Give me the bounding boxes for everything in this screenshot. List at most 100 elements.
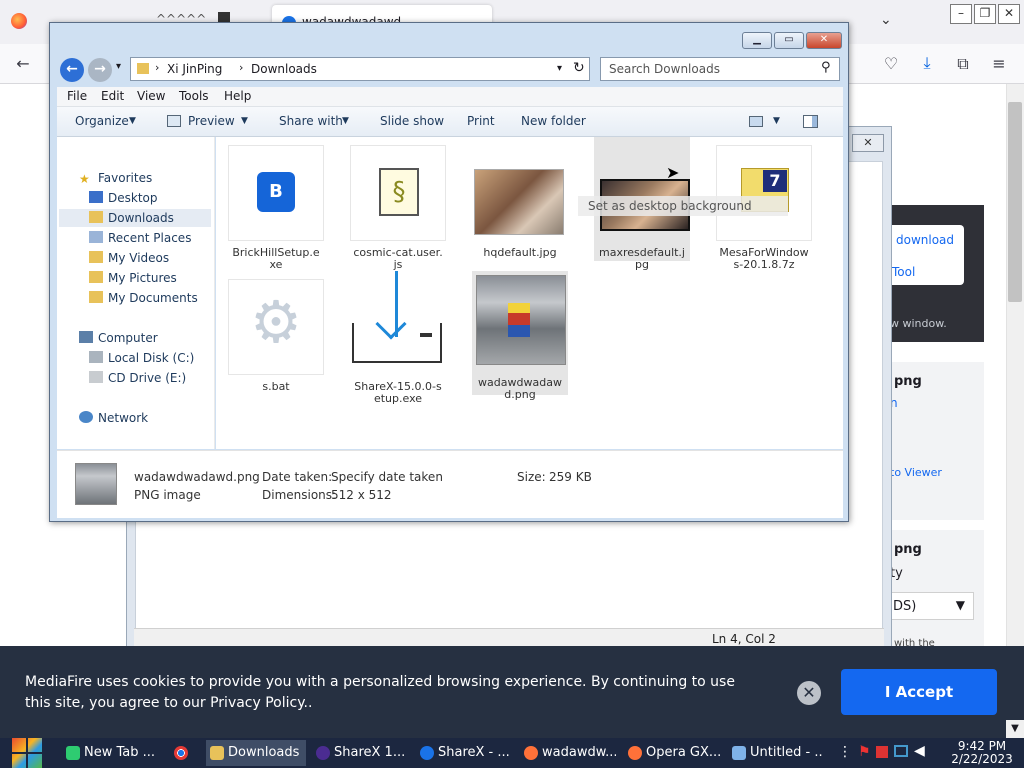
notepad-close-button[interactable]: ✕ [852,134,884,152]
nav-my-videos[interactable]: My Videos [89,249,169,267]
menu-icon[interactable]: ≡ [988,54,1010,74]
explorer-close-button[interactable]: ✕ [806,32,842,49]
details-date-value[interactable]: Specify date taken [331,470,443,484]
quality-select[interactable]: DS) ▼ [890,592,974,620]
disk-icon [89,351,103,363]
close-button[interactable]: ✕ [998,4,1020,24]
forward-button[interactable]: → [88,58,112,82]
viewer-link[interactable]: to Viewer [890,466,942,479]
file-item[interactable]: wadawdwadawd.png [472,271,568,401]
restore-button[interactable]: ❐ [974,4,996,24]
taskbar-sharex-1[interactable]: ShareX 1... [312,740,408,766]
download-icon[interactable]: ⤓ [916,53,938,73]
explorer-maximize-button[interactable]: ▭ [774,32,804,49]
details-thumbnail [75,463,117,505]
file-item[interactable]: hqdefault.jpg [472,145,568,259]
menu-help[interactable]: Help [224,89,251,103]
videos-folder-icon [89,251,103,263]
back-arrow-icon[interactable]: ← [12,54,34,74]
taskbar-label: ShareX 1... [334,745,406,760]
nav-my-documents[interactable]: My Documents [89,289,198,307]
menu-tools[interactable]: Tools [179,89,209,103]
sharex-icon [316,746,330,760]
minimize-button[interactable]: – [950,4,972,24]
new-folder-button[interactable]: New folder [521,114,586,128]
file-item[interactable]: ShareX-15.0.0-setup.exe [350,271,446,405]
views-chevron-icon[interactable]: ▼ [773,116,780,126]
file-info-card-2: png ty DS) ▼ with the [890,530,984,650]
tool-link[interactable]: Tool [892,265,915,279]
nav-my-pictures[interactable]: My Pictures [89,269,177,287]
breadcrumb-user[interactable]: Xi JinPing [167,62,222,76]
explorer-titlebar[interactable]: ▁ ▭ ✕ [50,23,848,53]
nav-downloads[interactable]: Downloads [59,209,211,227]
clock-date: 2/22/2023 [951,752,1013,766]
tray-app-icon[interactable] [876,746,888,758]
file-info-card: png n to Viewer [890,362,984,520]
organize-chevron-icon[interactable]: ▼ [129,116,136,126]
print-button[interactable]: Print [467,114,495,128]
download-link[interactable]: download [896,233,954,247]
extensions-icon[interactable]: ⧉ [952,54,974,74]
network-tray-icon[interactable] [894,745,908,757]
views-icon[interactable] [749,116,763,127]
windows-logo-icon [12,738,42,768]
share-chevron-icon[interactable]: ▼ [342,116,349,126]
details-size-label: Size: [517,470,546,484]
menu-edit[interactable]: Edit [101,89,124,103]
search-input[interactable]: Search Downloads [609,62,720,76]
preview-chevron-icon[interactable]: ▼ [241,116,248,126]
taskbar-clock[interactable]: 9:42 PM 2/22/2023 [940,740,1024,766]
nav-desktop[interactable]: Desktop [89,189,158,207]
file-item[interactable]: ⚙ s.bat [228,279,324,393]
address-dropdown-icon[interactable]: ▾ [557,63,562,74]
nav-computer[interactable]: Computer [79,329,158,347]
taskbar-new-tab[interactable]: New Tab ... [62,740,158,766]
nav-network[interactable]: Network [79,409,148,427]
menu-view[interactable]: View [137,89,165,103]
nav-cd-drive[interactable]: CD Drive (E:) [89,369,186,387]
nav-local-disk[interactable]: Local Disk (C:) [89,349,194,367]
preview-pane-icon[interactable] [803,115,818,128]
refresh-icon[interactable]: ↻ [573,60,585,76]
search-box[interactable]: Search Downloads ⚲ [600,57,840,81]
taskbar-wadawdw[interactable]: wadawdw... [520,740,616,766]
folder-icon [210,746,224,760]
nav-favorites[interactable]: ★ Favorites [79,169,152,187]
back-button[interactable]: ← [60,58,84,82]
recent-pages-chevron-icon[interactable]: ▾ [116,61,121,72]
action-center-flag-icon[interactable]: ⚑ [858,744,871,760]
file-thumbnail [472,145,568,241]
png-heading: png [894,374,922,389]
cookie-close-button[interactable]: ✕ [797,681,821,705]
organize-button[interactable]: Organize [75,114,129,128]
search-icon[interactable]: ⚲ [821,60,831,75]
explorer-minimize-button[interactable]: ▁ [742,32,772,49]
tab-list-chevron-icon[interactable]: ⌄ [880,12,892,28]
file-item[interactable]: § cosmic-cat.user.js [350,145,446,271]
firefox-icon[interactable] [11,13,27,29]
tray-overflow-icon[interactable]: ⋮ [838,744,852,760]
taskbar-sharex-2[interactable]: ShareX - ... [416,740,512,766]
taskbar-label: New Tab ... [84,745,156,760]
taskbar-opera-gx[interactable]: Opera GX... [624,740,720,766]
breadcrumb-downloads[interactable]: Downloads [251,62,317,76]
menu-file[interactable]: File [67,89,87,103]
taskbar-chrome[interactable] [170,740,200,766]
cookie-accept-button[interactable]: I Accept [841,669,997,715]
nav-recent-places[interactable]: Recent Places [89,229,191,247]
page-scroll-thumb[interactable] [1008,102,1022,302]
file-item[interactable]: B BrickHillSetup.exe [228,145,324,271]
taskbar-untitled[interactable]: Untitled - ... [728,740,824,766]
address-bar[interactable]: › Xi JinPing › Downloads ▾ ↻ [130,57,590,81]
slide-show-button[interactable]: Slide show [380,114,444,128]
pocket-icon[interactable]: ♡ [880,54,902,74]
download-options[interactable]: download Tool [890,225,964,285]
preview-button[interactable]: Preview [188,114,235,128]
share-with-button[interactable]: Share with [279,114,343,128]
explorer-toolbar: Organize ▼ Preview ▼ Share with ▼ Slide … [57,107,843,137]
start-button[interactable] [10,738,44,768]
taskbar-downloads[interactable]: Downloads [206,740,306,766]
page-scrollbar-bottom[interactable]: ▼ [1006,720,1024,738]
volume-tray-icon[interactable]: ◀ [914,743,925,759]
